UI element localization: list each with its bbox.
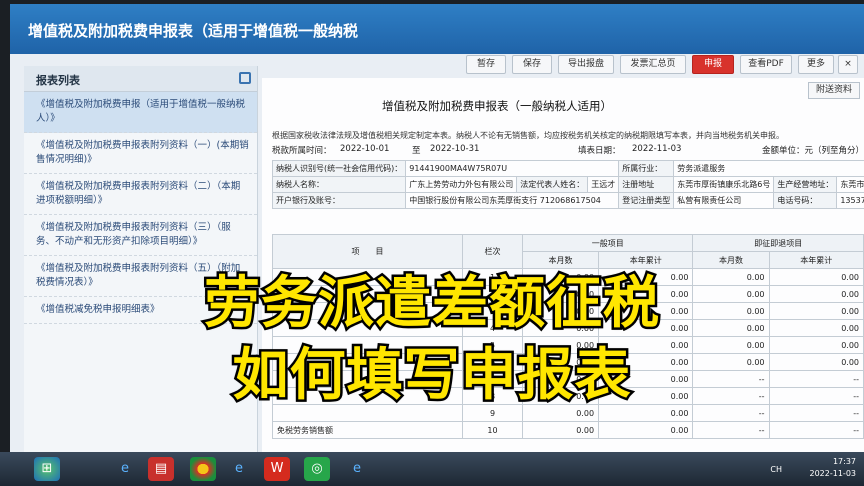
sidebar-item-main-form[interactable]: 《增值税及附加税费申报（适用于增值税一般纳税人）》 <box>24 92 257 133</box>
export-button[interactable]: 导出报盘 <box>558 55 614 74</box>
declare-button[interactable]: 申报 <box>692 55 734 74</box>
immediate-month-cell[interactable]: -- <box>692 421 770 439</box>
sidebar-item-schedule-3[interactable]: 《增值税及附加税费申报表附列资料（三）（服务、不动产和无形资产扣除项目明细）》 <box>24 215 257 256</box>
bank-label: 开户银行及账号： <box>271 192 407 209</box>
taxpayer-info-table: 纳税人识别号(统一社会信用代码)： 91441900MA4W75R07U 所属行… <box>271 160 864 209</box>
taxpayer-id-label: 纳税人识别号(统一社会信用代码)： <box>271 160 407 177</box>
period-to: 2022-10-31 <box>430 144 480 154</box>
reg-type-label: 登记注册类型 <box>618 192 675 209</box>
phone-field[interactable]: 13537103885 <box>836 192 864 209</box>
browser-icon[interactable]: e <box>226 457 252 481</box>
clock-date: 2022-11-03 <box>809 469 857 478</box>
reg-address-field[interactable]: 东莞市厚街镇康乐北路6号 <box>673 176 775 193</box>
taxpayer-id-field[interactable]: 91441900MA4W75R07U <box>405 160 620 177</box>
save-button[interactable]: 保存 <box>512 55 552 74</box>
invoice-summary-button[interactable]: 发票汇总页 <box>620 55 686 74</box>
stack-icon[interactable] <box>239 72 251 84</box>
biz-address-label: 生产经营地址： <box>773 176 838 193</box>
unit-label: 金额单位：元（列至角分） <box>762 146 864 156</box>
more-button[interactable]: 更多 <box>798 55 834 74</box>
app-icon[interactable]: ▤ <box>148 457 174 481</box>
form-title: 增值税及附加税费申报表（一般纳税人适用） <box>382 99 612 113</box>
view-pdf-button[interactable]: 查看PDF <box>740 55 792 74</box>
phone-label: 电话号码： <box>773 192 838 209</box>
chrome-icon[interactable] <box>190 457 216 481</box>
general-month-cell[interactable]: 0.00 <box>521 421 600 439</box>
taskbar: ⊞ e ▤ e W ◎ e CH 17:37 2022-11-03 <box>0 452 864 486</box>
fill-date: 2022-11-03 <box>632 144 682 154</box>
period-to-label: 至 <box>412 146 421 156</box>
immediate-year-cell[interactable]: -- <box>768 421 864 439</box>
clock-lang: CH <box>770 465 782 474</box>
start-icon[interactable]: ⊞ <box>34 457 60 481</box>
temp-save-button[interactable]: 暂存 <box>466 55 506 74</box>
sidebar-heading: 报表列表 <box>24 66 257 92</box>
fill-date-label: 填表日期： <box>578 146 621 156</box>
system-clock[interactable]: CH 17:37 2022-11-03 <box>770 456 857 480</box>
period-label: 税款所属时间： <box>272 146 332 156</box>
taxpayer-name-field[interactable]: 广东上势劳动力外包有限公司 <box>405 176 518 193</box>
general-year-cell[interactable]: 0.00 <box>598 421 694 439</box>
form-note: 根据国家税收法律法规及增值税相关规定制定本表。纳税人不论有无销售额，均应按税务机… <box>272 131 784 140</box>
sidebar-item-schedule-2[interactable]: 《增值税及附加税费申报表附列资料（二）（本期进项税额明细）》 <box>24 174 257 215</box>
legal-rep-field[interactable]: 王远才 <box>587 176 620 193</box>
col-general-header: 一般项目 <box>521 234 694 252</box>
clock-time: 17:37 <box>832 457 856 466</box>
ie-icon[interactable]: e <box>112 457 138 481</box>
legal-rep-label: 法定代表人姓名： <box>516 176 589 193</box>
bank-field[interactable]: 中国银行股份有限公司东莞厚街支行 712068617504 <box>405 192 620 209</box>
wechat-icon[interactable]: ◎ <box>304 457 330 481</box>
reg-type-field[interactable]: 私营有限责任公司 <box>673 192 775 209</box>
col-immediate-header: 即征即退项目 <box>692 234 864 252</box>
reg-address-label: 注册地址 <box>618 176 675 193</box>
caption-line-1: 劳务派遣差额征税 <box>202 269 662 339</box>
sidebar-heading-label: 报表列表 <box>36 74 80 87</box>
sidebar-item-schedule-1[interactable]: 《增值税及附加税费申报表附列资料（一）(本期销售情况明细)》 <box>24 133 257 174</box>
ie-icon-2[interactable]: e <box>344 457 370 481</box>
toolbar: 暂存 保存 导出报盘 发票汇总页 申报 查看PDF 更多 × <box>260 54 864 76</box>
row-item-cell: 免税劳务销售额 <box>272 421 463 439</box>
biz-address-field[interactable]: 东莞市厚街镇康乐北路6号 <box>836 176 864 193</box>
attach-docs-button[interactable]: 附送资料 <box>808 82 860 99</box>
taxpayer-name-label: 纳税人名称： <box>271 176 407 193</box>
table-row: 免税劳务销售额 10 0.00 0.00 -- -- <box>272 421 864 439</box>
window-title: 增值税及附加税费申报表（适用于增值税一般纳税 <box>10 4 864 54</box>
row-number-cell: 10 <box>462 421 523 439</box>
industry-label: 所属行业： <box>618 160 675 177</box>
wps-icon[interactable]: W <box>264 457 290 481</box>
close-icon[interactable]: × <box>838 55 858 74</box>
caption-line-2: 如何填写申报表 <box>230 341 633 411</box>
period-from: 2022-10-01 <box>340 144 390 154</box>
industry-field[interactable]: 劳务派遣服务 <box>673 160 864 177</box>
